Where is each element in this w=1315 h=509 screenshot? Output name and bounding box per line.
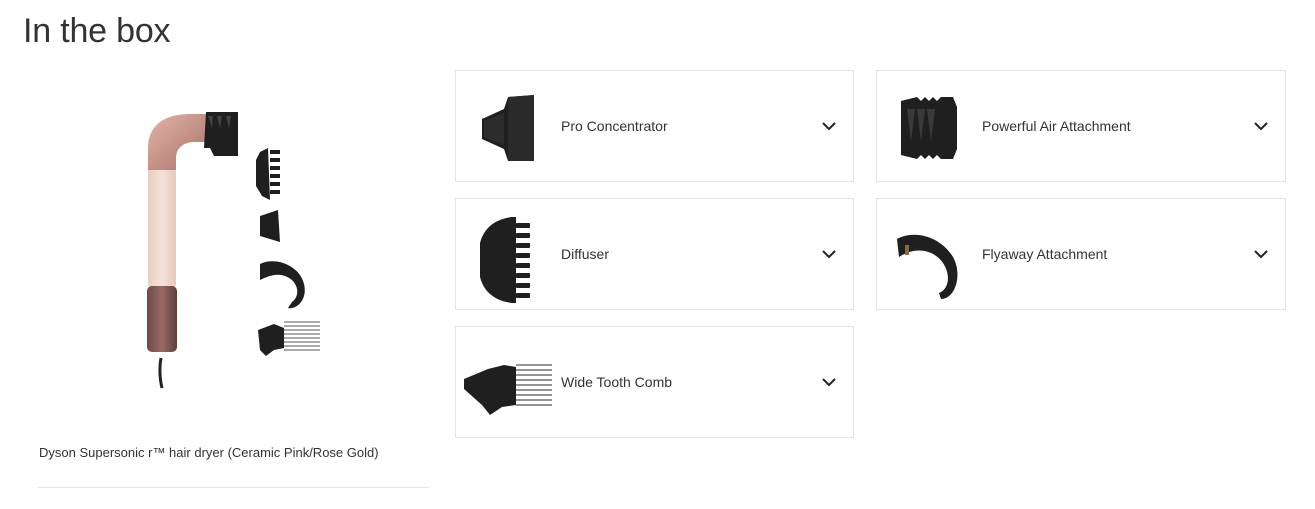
flyaway-attachment-icon bbox=[881, 207, 977, 303]
wide-tooth-comb-icon bbox=[460, 335, 556, 431]
item-label: Powerful Air Attachment bbox=[982, 118, 1131, 134]
chevron-down-icon[interactable] bbox=[1253, 246, 1269, 262]
hero-comb bbox=[258, 321, 320, 356]
chevron-down-icon[interactable] bbox=[821, 246, 837, 262]
powerful-air-attachment-icon bbox=[881, 79, 977, 175]
diffuser-icon bbox=[460, 207, 556, 303]
item-card-powerful-air-attachment[interactable]: Powerful Air Attachment bbox=[876, 70, 1286, 182]
item-card-pro-concentrator[interactable]: Pro Concentrator bbox=[455, 70, 854, 182]
item-card-diffuser[interactable]: Diffuser bbox=[455, 198, 854, 310]
hero-product-image bbox=[38, 88, 430, 418]
pro-concentrator-icon bbox=[460, 79, 556, 175]
hero-diffuser bbox=[256, 148, 280, 200]
item-label: Pro Concentrator bbox=[561, 118, 668, 134]
item-card-flyaway-attachment[interactable]: Flyaway Attachment bbox=[876, 198, 1286, 310]
section-title: In the box bbox=[23, 12, 171, 50]
item-label: Diffuser bbox=[561, 246, 609, 262]
chevron-down-icon[interactable] bbox=[821, 374, 837, 390]
divider bbox=[38, 487, 429, 488]
chevron-down-icon[interactable] bbox=[821, 118, 837, 134]
hero-caption: Dyson Supersonic r™ hair dryer (Ceramic … bbox=[39, 445, 379, 460]
chevron-down-icon[interactable] bbox=[1253, 118, 1269, 134]
item-label: Flyaway Attachment bbox=[982, 246, 1108, 262]
item-card-wide-tooth-comb[interactable]: Wide Tooth Comb bbox=[455, 326, 854, 438]
item-label: Wide Tooth Comb bbox=[561, 374, 673, 390]
